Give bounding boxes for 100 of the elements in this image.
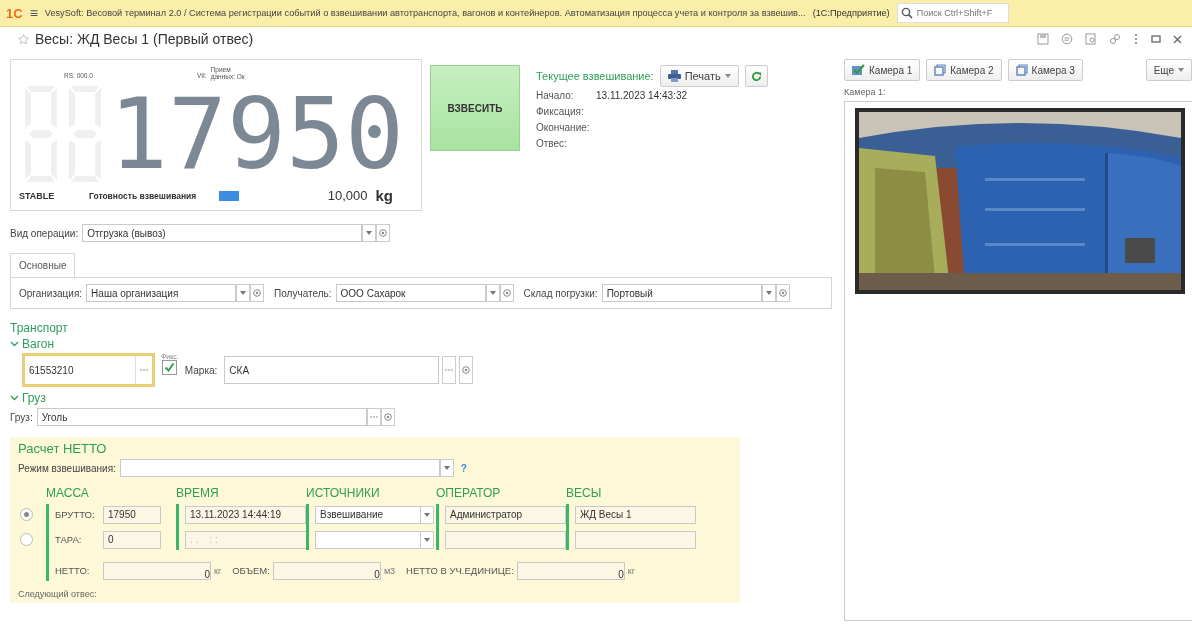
- open-button[interactable]: [250, 284, 265, 302]
- field-value: 13.11.2023 14:43:32: [596, 90, 687, 101]
- maximize-icon[interactable]: [1151, 34, 1161, 44]
- field-label: Получатель:: [274, 287, 332, 299]
- column-header: ИСТОЧНИКИ: [306, 486, 381, 502]
- caret-icon: [765, 291, 772, 295]
- field-label: Склад погрузки:: [523, 287, 598, 299]
- camera-button[interactable]: Камера 2: [926, 59, 1002, 81]
- caret-icon: [443, 466, 450, 470]
- time-field[interactable]: . . : :: [185, 530, 307, 549]
- select-field[interactable]: Портовый: [601, 284, 762, 302]
- readiness-indicator: [219, 190, 239, 201]
- caret-icon: [424, 512, 430, 517]
- field-label: Вид операции:: [10, 227, 79, 239]
- field-label: ОБЪЕМ:: [232, 565, 270, 576]
- open-button[interactable]: [459, 356, 474, 384]
- chat-icon[interactable]: [1061, 33, 1073, 45]
- search-field[interactable]: Поиск Ctrl+Shift+F: [896, 3, 1009, 23]
- form-title: Весы: ЖД Весы 1 (Первый отвес): [35, 31, 254, 47]
- brand-field[interactable]: СКА: [224, 356, 440, 384]
- field-label: НЕТТО В УЧ.ЕДИНИЦЕ:: [406, 565, 514, 576]
- field-label: Груз:: [10, 411, 33, 423]
- dropdown-button[interactable]: [362, 224, 377, 242]
- section-title: Транспорт: [10, 321, 69, 335]
- mass-field[interactable]: 17950: [103, 505, 161, 524]
- mass-field[interactable]: 0: [103, 530, 161, 549]
- more-icon[interactable]: [1133, 33, 1139, 45]
- print-button[interactable]: Печать: [659, 65, 739, 87]
- weigh-button[interactable]: ВЗВЕСИТЬ: [430, 65, 520, 151]
- tab[interactable]: Основные: [10, 253, 76, 277]
- circle-dot-icon: [253, 289, 262, 297]
- camera-button[interactable]: Камера 1: [844, 59, 921, 81]
- section-title: Расчет НЕТТО: [18, 441, 108, 456]
- field-label: Окончание:: [536, 122, 591, 133]
- radio-button[interactable]: [20, 533, 33, 546]
- refresh-button[interactable]: [744, 65, 768, 87]
- circle-dot-icon: [462, 366, 471, 374]
- total-field[interactable]: 0: [103, 561, 211, 580]
- current-weighing-label: Текущее взвешивание:: [536, 70, 654, 82]
- readiness-label: Готовность взвешивания: [89, 190, 198, 201]
- column-header: ОПЕРАТОР: [436, 486, 502, 502]
- weight-reading: 10,000: [327, 188, 368, 203]
- circle-dot-icon: [502, 289, 511, 297]
- column-header: ВЕСЫ: [566, 486, 603, 502]
- field-label: Фиксация:: [536, 106, 585, 117]
- refresh-icon: [750, 70, 762, 82]
- platform-label: (1С:Предприятие): [812, 8, 890, 18]
- menu-button[interactable]: ≡: [29, 5, 38, 21]
- caret-icon: [1178, 68, 1184, 72]
- app-title: VesySoft: Весовой терминал 2.0 / Система регистрации событий о взвешивании автотранспорта, вагонов и контейнеров. Автоматизация процесса учета и контроля за взвешив...: [44, 8, 806, 18]
- caret-icon: [724, 74, 731, 78]
- time-field[interactable]: 13.11.2023 14:44:19: [185, 505, 306, 524]
- chevron-icon: [10, 341, 19, 347]
- dropdown-button[interactable]: [420, 530, 434, 549]
- weight-value: 17950: [109, 85, 404, 183]
- caret-icon: [424, 537, 430, 542]
- checkmark-icon: [164, 362, 176, 373]
- source-field[interactable]: Взвешивание: [315, 505, 421, 524]
- printer-icon: [667, 70, 681, 82]
- source-field[interactable]: [315, 530, 421, 549]
- wagon-number-field[interactable]: 61553210: [22, 353, 155, 387]
- link-icon[interactable]: [1109, 33, 1121, 45]
- scales-field[interactable]: ЖД Весы 1: [575, 505, 696, 524]
- caret-icon: [240, 291, 247, 295]
- window-icon: [934, 64, 947, 76]
- unit-label: м3: [383, 565, 396, 576]
- caret-icon: [366, 231, 373, 235]
- operator-field[interactable]: [445, 530, 566, 549]
- select-button[interactable]: [442, 356, 457, 384]
- cargo-field[interactable]: Уголь: [36, 408, 367, 426]
- search-icon[interactable]: [1085, 33, 1097, 45]
- circle-dot-icon: [379, 229, 388, 237]
- field-label: Марка:: [184, 364, 218, 376]
- next-weighing-label: Следующий отвес:: [18, 589, 98, 599]
- save-icon[interactable]: [1037, 33, 1049, 45]
- column-header: ВРЕМЯ: [176, 486, 220, 502]
- fix-checkbox[interactable]: [162, 360, 178, 375]
- scales-field[interactable]: [575, 530, 696, 549]
- more-button[interactable]: Еще: [1145, 59, 1192, 81]
- operation-field[interactable]: Отгрузка (вывоз): [82, 224, 363, 242]
- chevron-icon: [10, 395, 19, 401]
- column-header: МАССА: [46, 486, 90, 502]
- field-label: НЕТТО:: [55, 565, 91, 576]
- unit-label: кг: [627, 565, 635, 576]
- dropdown-button[interactable]: [236, 284, 251, 302]
- field-label: Организация:: [19, 287, 83, 299]
- dropdown-button[interactable]: [420, 505, 434, 524]
- open-button[interactable]: [376, 224, 391, 242]
- camera-button[interactable]: Камера 3: [1007, 59, 1083, 81]
- radio-button[interactable]: [20, 508, 33, 521]
- favorite-star-icon[interactable]: [18, 33, 29, 45]
- select-field[interactable]: ООО Сахарок: [335, 284, 486, 302]
- select-field[interactable]: Наша организация: [86, 284, 237, 302]
- close-icon[interactable]: [1173, 34, 1182, 44]
- field-label: Начало:: [536, 90, 575, 101]
- total-field[interactable]: 0: [516, 561, 625, 580]
- unit-label: kg: [375, 187, 393, 204]
- mode-field[interactable]: [119, 459, 440, 477]
- total-field[interactable]: 0: [272, 561, 381, 580]
- operator-field[interactable]: Администратор: [445, 505, 566, 524]
